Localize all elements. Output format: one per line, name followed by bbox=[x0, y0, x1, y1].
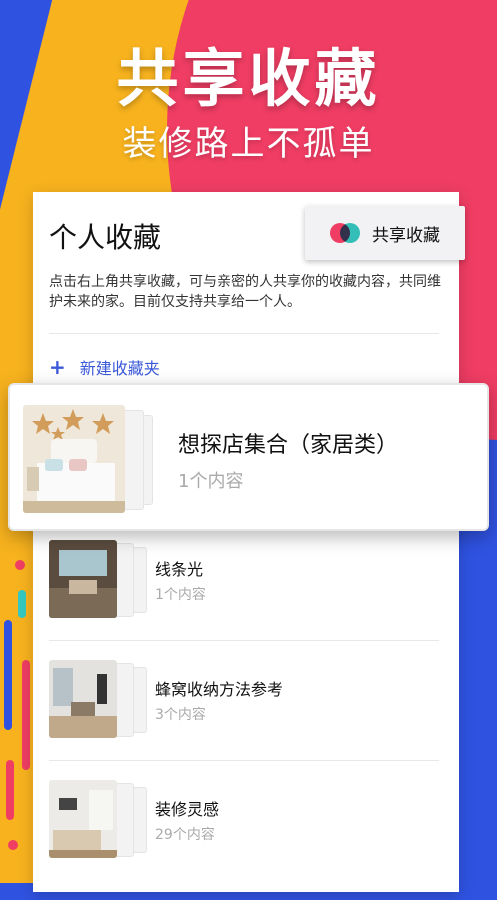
share-collection-button[interactable]: 共享收藏 bbox=[305, 206, 465, 260]
divider bbox=[49, 640, 439, 641]
decor-stripe bbox=[22, 660, 30, 770]
highlighted-folder-card[interactable]: 想探店集合（家居类） 1个内容 bbox=[8, 383, 489, 531]
decor-stripe bbox=[6, 760, 14, 820]
folder-title: 蜂窝收纳方法参考 bbox=[155, 680, 284, 699]
share-button-label: 共享收藏 bbox=[372, 225, 440, 246]
folder-title: 想探店集合（家居类） bbox=[178, 433, 399, 458]
folder-title: 装修灵感 bbox=[155, 800, 220, 819]
new-folder-button[interactable]: + 新建收藏夹 bbox=[49, 355, 160, 379]
folder-item[interactable]: 线条光 1个内容 bbox=[33, 540, 459, 660]
decor-dot bbox=[8, 840, 18, 850]
decor-dot bbox=[15, 560, 25, 570]
divider bbox=[49, 333, 439, 334]
hero-subtitle: 装修路上不孤单 bbox=[122, 124, 375, 164]
page-title: 个人收藏 bbox=[49, 221, 162, 254]
description-text: 点击右上角共享收藏，可与亲密的人共享你的收藏内容，共同维护未来的家。目前仅支持共… bbox=[49, 274, 441, 310]
folder-cover-image bbox=[49, 780, 117, 858]
folder-count: 3个内容 bbox=[155, 707, 206, 723]
folder-cover-image bbox=[49, 540, 117, 618]
divider bbox=[49, 760, 439, 761]
share-icon bbox=[330, 223, 360, 243]
collection-card: 个人收藏 共享收藏 点击右上角共享收藏，可与亲密的人共享你的收藏内容，共同维护未… bbox=[33, 192, 465, 892]
folder-count: 29个内容 bbox=[155, 827, 215, 843]
folder-count: 1个内容 bbox=[155, 587, 206, 603]
decor-stripe bbox=[4, 620, 12, 730]
folder-cover-image bbox=[23, 405, 125, 513]
folder-thumbnail bbox=[49, 660, 149, 738]
plus-icon: + bbox=[49, 355, 66, 379]
folder-cover-image bbox=[49, 660, 117, 738]
folder-item[interactable]: 蜂窝收纳方法参考 3个内容 bbox=[33, 660, 459, 780]
decor-stripe bbox=[18, 590, 26, 618]
folder-item[interactable]: 装修灵感 29个内容 bbox=[33, 780, 459, 900]
hero-title: 共享收藏 bbox=[116, 42, 381, 115]
folder-count: 1个内容 bbox=[178, 471, 244, 492]
folder-thumbnail bbox=[49, 540, 149, 618]
folder-title: 线条光 bbox=[155, 560, 204, 579]
new-folder-label: 新建收藏夹 bbox=[79, 359, 160, 378]
folder-thumbnail bbox=[23, 405, 153, 513]
folder-thumbnail bbox=[49, 780, 149, 858]
